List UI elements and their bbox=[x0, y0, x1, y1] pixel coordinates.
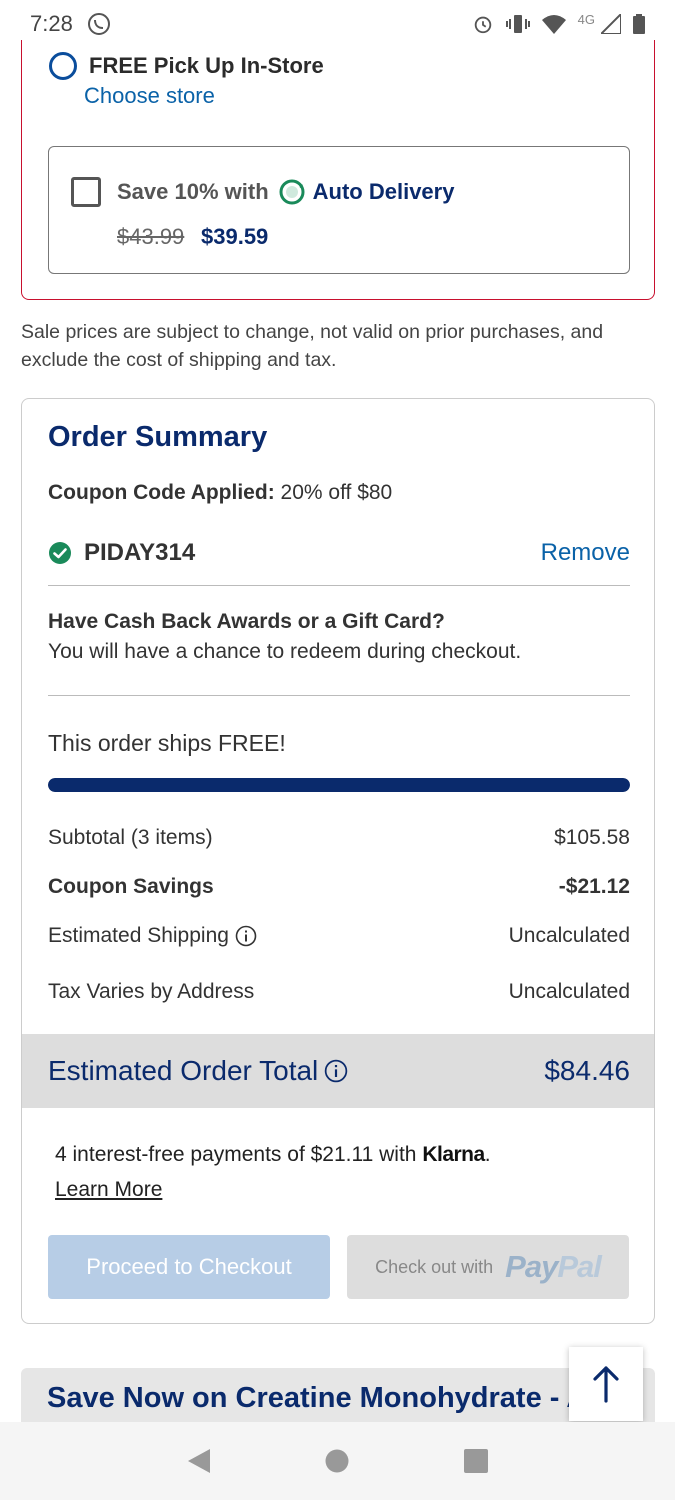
shipping-progress-bar bbox=[48, 778, 630, 792]
free-shipping-message: This order ships FREE! bbox=[48, 730, 286, 756]
order-total-label-wrap: Estimated Order Total bbox=[48, 1055, 348, 1087]
cashback-title: Have Cash Back Awards or a Gift Card? bbox=[48, 610, 445, 633]
cashback-subtitle: You will have a chance to redeem during … bbox=[48, 640, 522, 663]
auto-delivery-box: Save 10% with Auto Delivery $43.99 $39.5… bbox=[48, 146, 630, 274]
pickup-radio[interactable] bbox=[49, 52, 77, 80]
divider bbox=[48, 585, 630, 586]
divider bbox=[48, 695, 630, 696]
promo-section-header: Save Now on Creatine Monohydrate - A bbox=[21, 1368, 655, 1424]
wifi-icon bbox=[541, 14, 566, 34]
fulfillment-card: FREE Pick Up In-Store Choose store Save … bbox=[21, 40, 655, 300]
shipping-row: Estimated Shipping Uncalculated bbox=[48, 924, 630, 948]
battery-icon bbox=[633, 14, 645, 34]
shipping-progress-fill bbox=[48, 778, 630, 792]
klarna-period: . bbox=[484, 1143, 491, 1166]
coupon-savings-value: -$21.12 bbox=[558, 875, 630, 898]
subtotal-row: Subtotal (3 items) $105.58 bbox=[48, 826, 630, 850]
auto-delivery-save-text: Save 10% with bbox=[117, 179, 269, 204]
scroll-to-top-button[interactable] bbox=[569, 1347, 643, 1421]
proceed-to-checkout-button[interactable]: Proceed to Checkout bbox=[48, 1235, 330, 1299]
auto-delivery-checkbox[interactable] bbox=[71, 177, 101, 207]
learn-more-link[interactable]: Learn More bbox=[55, 1178, 162, 1202]
subtotal-value: $105.58 bbox=[554, 826, 630, 849]
klarna-message: 4 interest-free payments of $21.11 with … bbox=[55, 1143, 491, 1167]
paypal-logo-pal: Pal bbox=[557, 1249, 602, 1284]
coupon-applied-value: 20% off $80 bbox=[280, 481, 393, 504]
order-summary-title: Order Summary bbox=[48, 421, 268, 453]
whatsapp-icon bbox=[87, 12, 111, 36]
arrow-up-icon bbox=[593, 1366, 619, 1403]
coupon-row: PIDAY314 Remove bbox=[48, 539, 630, 567]
klarna-logo: Klarna bbox=[422, 1143, 485, 1166]
coupon-savings-label: Coupon Savings bbox=[48, 875, 214, 898]
promo-section-title: Save Now on Creatine Monohydrate - A bbox=[47, 1382, 588, 1414]
order-total-value: $84.46 bbox=[544, 1055, 630, 1086]
klarna-text: 4 interest-free payments of $21.11 with bbox=[55, 1143, 417, 1166]
original-price: $43.99 bbox=[117, 224, 185, 249]
sale-disclaimer: Sale prices are subject to change, not v… bbox=[21, 321, 604, 371]
alarm-icon bbox=[472, 13, 494, 35]
status-time: 7:28 bbox=[30, 11, 73, 36]
info-icon[interactable] bbox=[235, 925, 257, 947]
subtotal-label: Subtotal (3 items) bbox=[48, 826, 213, 849]
network-type: 4G bbox=[577, 11, 595, 27]
order-summary: Order Summary Coupon Code Applied: 20% o… bbox=[21, 398, 655, 1324]
remove-coupon-link[interactable]: Remove bbox=[541, 539, 630, 567]
pickup-option[interactable]: FREE Pick Up In-Store bbox=[49, 52, 324, 80]
shipping-label: Estimated Shipping bbox=[48, 924, 229, 947]
back-icon[interactable] bbox=[179, 1441, 219, 1481]
shipping-value: Uncalculated bbox=[508, 924, 630, 947]
coupon-applied: Coupon Code Applied: 20% off $80 bbox=[48, 481, 392, 505]
tax-value: Uncalculated bbox=[508, 980, 630, 1003]
auto-delivery-icon bbox=[279, 179, 305, 205]
order-total-row: Estimated Order Total $84.46 bbox=[22, 1034, 654, 1108]
check-circle-icon bbox=[49, 542, 71, 564]
order-total-label: Estimated Order Total bbox=[48, 1055, 319, 1086]
paypal-logo: PayPal bbox=[505, 1249, 602, 1285]
recents-icon[interactable] bbox=[456, 1441, 496, 1481]
pickup-label: FREE Pick Up In-Store bbox=[89, 53, 324, 78]
signal-icon bbox=[601, 14, 621, 34]
paypal-prefix: Check out with bbox=[375, 1256, 494, 1277]
auto-delivery-label: Auto Delivery bbox=[312, 179, 455, 204]
coupon-applied-label: Coupon Code Applied: bbox=[48, 481, 275, 504]
tax-label: Tax Varies by Address bbox=[48, 980, 255, 1003]
auto-delivery-price: $39.59 bbox=[201, 224, 269, 249]
choose-store-link[interactable]: Choose store bbox=[84, 83, 215, 109]
coupon-savings-row: Coupon Savings -$21.12 bbox=[48, 875, 630, 899]
home-icon[interactable] bbox=[317, 1441, 357, 1481]
coupon-code: PIDAY314 bbox=[84, 539, 196, 566]
vibrate-icon bbox=[505, 13, 530, 35]
info-icon[interactable] bbox=[324, 1059, 348, 1083]
tax-row: Tax Varies by Address Uncalculated bbox=[48, 980, 630, 1004]
auto-delivery-offer: Save 10% with Auto Delivery bbox=[117, 179, 454, 205]
paypal-checkout-button[interactable]: Check out with PayPal bbox=[347, 1235, 629, 1299]
navigation-bar bbox=[0, 1422, 675, 1500]
paypal-logo-pay: Pay bbox=[505, 1249, 558, 1284]
